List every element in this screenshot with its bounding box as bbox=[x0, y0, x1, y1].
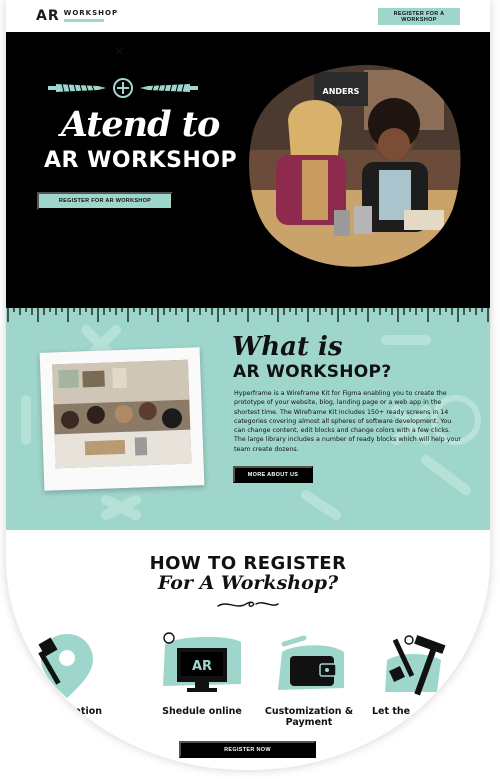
step-label: Shedule online bbox=[162, 706, 242, 717]
register-title-script: For A Workshop? bbox=[157, 572, 339, 594]
step-label: cation bbox=[68, 706, 102, 717]
screw-icon bbox=[48, 83, 106, 93]
logo[interactable]: AR WORKSHOP bbox=[36, 8, 118, 24]
hero-title: AR WORKSHOP bbox=[44, 148, 238, 173]
header-register-button[interactable]: REGISTER FOR A WORKSHOP bbox=[378, 8, 460, 25]
register-now-button[interactable]: REGISTER NOW bbox=[179, 741, 316, 758]
step-schedule-online: AR Shedule online bbox=[152, 630, 252, 717]
logo-stripe bbox=[63, 19, 104, 22]
logo-wordmark: WORKSHOP bbox=[63, 9, 119, 22]
screw-head-icon bbox=[113, 78, 133, 98]
page-frame: AR WORKSHOP REGISTER FOR A WORKSHOP Aten… bbox=[6, 0, 490, 770]
swash-divider bbox=[217, 601, 279, 607]
screw-icon bbox=[140, 83, 198, 93]
about-description: Hyperframe is a Wireframe Kit for Figma … bbox=[234, 390, 461, 453]
hero-sign-text: ANDERS bbox=[323, 87, 360, 96]
registration-steps: cation AR Shedule online Customization &… bbox=[6, 630, 490, 730]
logo-letters: AR bbox=[36, 8, 60, 24]
about-title-script: What is bbox=[232, 332, 343, 362]
more-about-us-button[interactable]: MORE ABOUT US bbox=[233, 466, 313, 483]
step-let-the: Let the bbox=[366, 630, 466, 717]
location-pin-icon bbox=[38, 634, 93, 698]
monitor-screen-text: AR bbox=[192, 659, 212, 674]
pin-icon: ✕ bbox=[114, 45, 125, 60]
hero-decoration bbox=[48, 77, 198, 99]
wallet-icon bbox=[278, 635, 344, 690]
about-title: AR WORKSHOP? bbox=[233, 362, 392, 382]
register-title: HOW TO REGISTER bbox=[149, 553, 347, 574]
hero-register-button[interactable]: REGISTER FOR AR WORKSHOP bbox=[37, 192, 173, 210]
hero-photo: ANDERS bbox=[246, 61, 464, 270]
step-label: Let the bbox=[372, 706, 411, 717]
top-navigation-bar: AR WORKSHOP REGISTER FOR A WORKSHOP bbox=[6, 0, 490, 32]
step-label: Customization & Payment bbox=[264, 706, 354, 728]
logo-word: WORKSHOP bbox=[63, 9, 119, 17]
step-customization-payment: Customization & Payment bbox=[259, 630, 359, 728]
hero-title-script: Atend to bbox=[60, 104, 221, 145]
hammer-tools-icon bbox=[385, 635, 446, 696]
about-photo-card bbox=[39, 347, 205, 491]
step-location: cation bbox=[6, 630, 102, 717]
about-photo bbox=[52, 359, 192, 469]
computer-monitor-icon: AR bbox=[163, 632, 241, 692]
